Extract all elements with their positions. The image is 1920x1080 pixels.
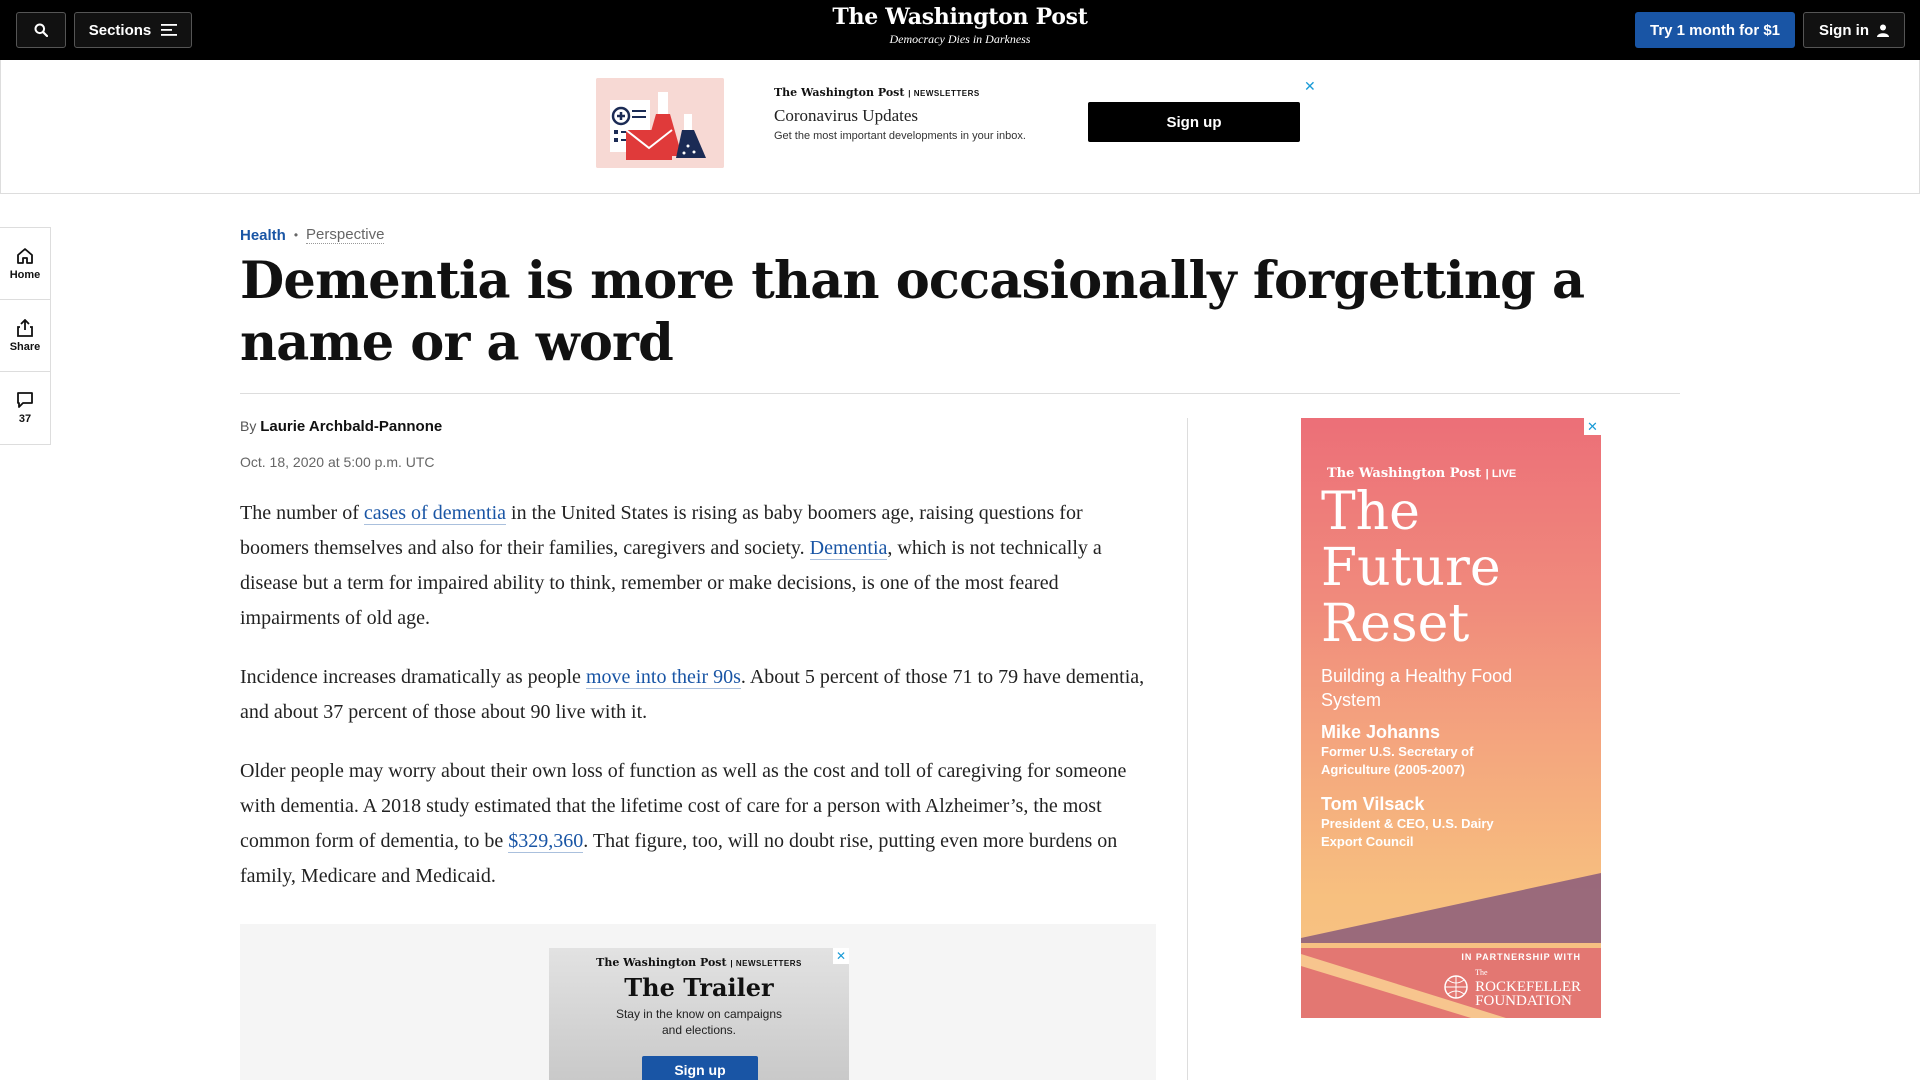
inline-ad-container: The Washington Post | NEWSLETTERS The Tr… (240, 924, 1156, 1080)
share-label: Share (9, 340, 41, 353)
perspective-label[interactable]: Perspective (306, 226, 385, 244)
left-action-rail: Home Share 37 (0, 227, 51, 445)
cost-figure-link[interactable]: $329,360 (508, 830, 584, 853)
paragraph-text: The number of (240, 502, 364, 524)
newsletter-brand: The Washington Post | NEWSLETTERS (774, 86, 980, 99)
cases-of-dementia-link[interactable]: cases of dementia (363, 502, 507, 525)
article-body: The number of cases of dementia in the U… (240, 496, 1150, 918)
comments-button[interactable]: 37 (0, 372, 50, 444)
sign-in-label: Sign in (1819, 21, 1869, 39)
search-button[interactable] (16, 12, 66, 48)
logo-wordmark: The Washington Post (832, 4, 1088, 30)
paragraph-text: Incidence increases dramatically as peop… (240, 666, 586, 688)
newsletter-ad-banner[interactable]: The Washington Post | NEWSLETTERS Corona… (596, 78, 1320, 168)
menu-icon (161, 24, 178, 36)
partner-name-line2: FOUNDATION (1475, 993, 1572, 1009)
share-icon (17, 318, 33, 337)
search-icon (34, 23, 48, 37)
newsletter-illustration (596, 78, 724, 168)
newsletter-title: Coronavirus Updates (774, 106, 919, 125)
live-event-ad[interactable]: ✕ The Washington Post | LIVE The Future … (1301, 418, 1601, 1018)
newsletter-brand-name: The Washington Post (774, 86, 905, 99)
article-headline: Dementia is more than occasionally forge… (240, 251, 1585, 373)
partner-logo: The ROCKEFELLER FOUNDATION (1443, 966, 1581, 1009)
paragraph: Incidence increases dramatically as peop… (240, 660, 1150, 730)
column-divider (1187, 418, 1188, 1080)
user-icon (1877, 24, 1889, 37)
publish-date: Oct. 18, 2020 at 5:00 p.m. UTC (240, 454, 435, 470)
top-navigation: Sections The Washington Post Democracy D… (0, 0, 1920, 60)
section-link[interactable]: Health (240, 227, 286, 244)
home-label: Home (9, 268, 41, 281)
header-divider (240, 393, 1680, 394)
trailer-newsletter-ad[interactable]: The Washington Post | NEWSLETTERS The Tr… (549, 948, 849, 1080)
logo-tagline: Democracy Dies in Darkness (889, 32, 1031, 46)
trailer-description: Stay in the know on campaigns and electi… (615, 1007, 783, 1037)
ad-close-icon[interactable]: ✕ (833, 948, 849, 964)
newsletter-brand-section: NEWSLETTERS (913, 89, 980, 98)
byline-prefix: By (240, 418, 257, 434)
sections-button[interactable]: Sections (74, 12, 192, 48)
author-link[interactable]: Laurie Archbald-Pannone (260, 418, 442, 435)
byline: By Laurie Archbald-Pannone (240, 418, 442, 435)
trailer-title: The Trailer (624, 973, 774, 1002)
partner-name-line1: ROCKEFELLER (1475, 979, 1581, 995)
road-graphic (1301, 873, 1601, 1018)
paragraph: The number of cases of dementia in the U… (240, 496, 1150, 636)
move-into-90s-link[interactable]: move into their 90s (585, 666, 741, 689)
kicker-separator: • (293, 228, 299, 242)
partner-the: The (1475, 968, 1488, 977)
home-icon (17, 247, 33, 264)
globe-icon (1444, 975, 1468, 999)
paragraph: Older people may worry about their own l… (240, 754, 1150, 894)
trailer-signup-button[interactable]: Sign up (642, 1056, 758, 1080)
article-kicker: Health • Perspective (240, 226, 385, 244)
sign-in-button[interactable]: Sign in (1803, 12, 1905, 48)
home-button[interactable]: Home (0, 228, 50, 300)
site-logo[interactable]: The Washington Post Democracy Dies in Da… (760, 4, 1160, 47)
lab-illustration-icon (596, 78, 724, 168)
share-button[interactable]: Share (0, 300, 50, 372)
trailer-brand-section: NEWSLETTERS (735, 959, 802, 968)
subscribe-button[interactable]: Try 1 month for $1 (1635, 12, 1795, 48)
comment-count: 37 (18, 413, 32, 425)
trailer-brand: The Washington Post | NEWSLETTERS (549, 956, 849, 969)
sections-label: Sections (88, 21, 152, 39)
dementia-link[interactable]: Dementia (809, 537, 888, 560)
ad-close-icon[interactable]: ✕ (1584, 418, 1601, 435)
partner-label: IN PARTNERSHIP WITH (1461, 952, 1581, 962)
ad-close-icon[interactable]: ✕ (1304, 78, 1316, 95)
trailer-brand-name: The Washington Post (596, 956, 727, 969)
newsletter-description: Get the most important developments in y… (774, 130, 1026, 142)
comment-icon (17, 392, 33, 408)
newsletter-signup-button[interactable]: Sign up (1088, 102, 1300, 142)
